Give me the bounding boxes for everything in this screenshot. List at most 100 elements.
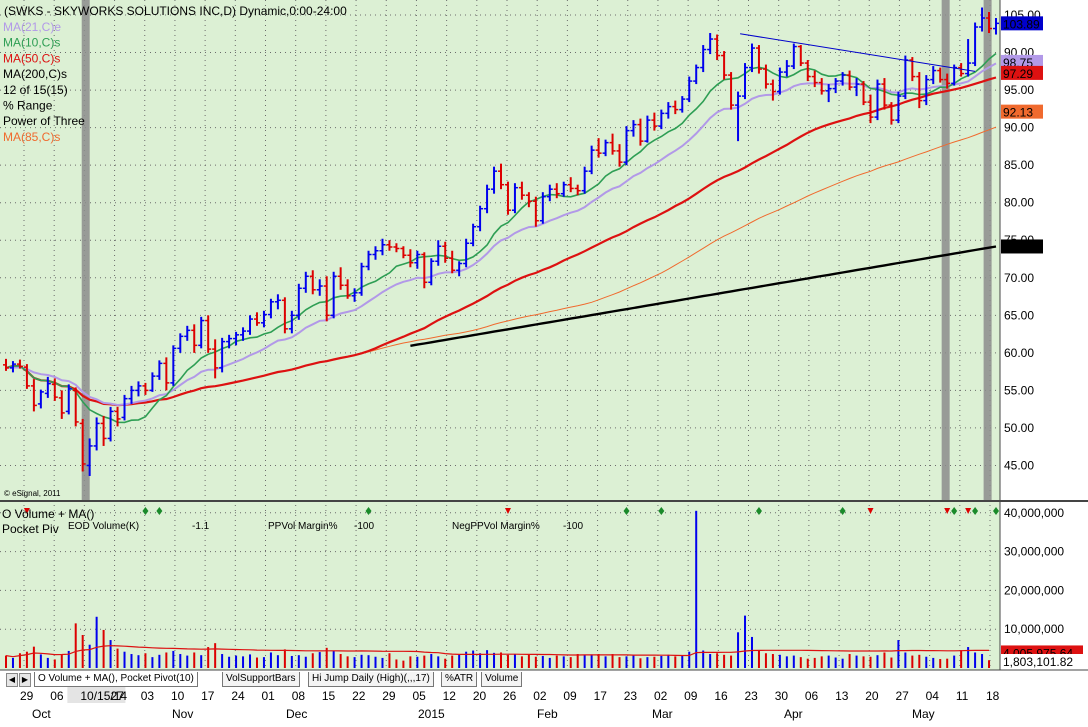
volume-bar	[974, 652, 977, 668]
volume-bar	[214, 643, 217, 668]
volume-bar	[876, 655, 879, 668]
date-day-label: 01	[262, 689, 276, 703]
volume-bar	[437, 656, 440, 668]
eod-volume-value: -1.1	[192, 521, 210, 532]
volume-bar	[60, 654, 63, 668]
chart-title: (SWKS - SKYWORKS SOLUTIONS INC,D) Dynami…	[4, 4, 347, 18]
volume-bar	[827, 655, 830, 668]
volume-bar	[513, 654, 516, 668]
date-day-label: 27	[111, 689, 125, 703]
volume-bar	[925, 656, 928, 668]
volume-bar	[311, 653, 314, 668]
volume-bar	[639, 658, 642, 668]
volume-bar	[744, 615, 747, 668]
tab-prev-button[interactable]: ◀	[6, 673, 18, 687]
volume-bar	[855, 655, 858, 668]
volume-bar	[249, 654, 252, 668]
date-month-label: Oct	[32, 707, 51, 721]
date-day-label: 10	[171, 689, 185, 703]
date-day-label: 13	[835, 689, 849, 703]
date-day-label: 02	[654, 689, 668, 703]
volume-bar	[730, 655, 733, 668]
legend-entry: MA(200,C)s	[3, 67, 67, 81]
volume-bar	[583, 655, 586, 668]
volume-bar	[848, 654, 851, 668]
negppvol-margin-label: NegPPVol Margin%	[452, 521, 540, 532]
negppvol-margin-value: -100	[563, 521, 583, 532]
volume-bar	[820, 656, 823, 668]
volume-bar	[946, 658, 949, 668]
legend-entry: Power of Three	[3, 114, 85, 128]
volume-bar	[409, 656, 412, 668]
date-day-label: 26	[503, 689, 517, 703]
volume-bar	[137, 655, 140, 668]
volume-bar	[228, 656, 231, 668]
date-day-label: 22	[352, 689, 366, 703]
date-month-label: May	[912, 707, 935, 721]
volume-bar	[53, 659, 56, 668]
price-badge-label: 74.17	[1003, 240, 1033, 254]
volume-bar	[346, 656, 349, 668]
volume-badge-label: 1,803,101.82	[1003, 655, 1073, 669]
legend-entry: MA(10,C)s	[3, 36, 60, 50]
volume-bar	[235, 655, 238, 668]
volume-bar	[534, 656, 537, 668]
volume-bar	[520, 656, 523, 668]
tab-next-button[interactable]: ▶	[19, 673, 31, 687]
volume-bar	[151, 657, 154, 668]
price-badge-label: 97.29	[1003, 67, 1033, 81]
volume-bar	[625, 656, 628, 668]
volume-bar	[702, 650, 705, 668]
tab-volume[interactable]: Volume	[481, 672, 523, 687]
volume-bar	[109, 640, 112, 668]
volume-bar	[402, 660, 405, 668]
volume-bar	[381, 657, 384, 668]
volume-bar	[297, 655, 300, 668]
volume-bar	[562, 656, 565, 668]
price-tick-label: 45.00	[1004, 458, 1034, 472]
volume-bar	[890, 657, 893, 668]
volume-bar	[674, 656, 677, 668]
volume-bar	[764, 653, 767, 668]
volume-bar	[339, 654, 342, 668]
volume-bar	[102, 629, 105, 668]
date-day-label: 04	[926, 689, 940, 703]
tab-vol-support-bars[interactable]: VolSupportBars	[222, 672, 300, 687]
date-day-label: 09	[563, 689, 577, 703]
volume-title-line-2: Pocket Piv	[2, 522, 59, 536]
date-day-label: 08	[292, 689, 306, 703]
volume-bar	[737, 632, 740, 668]
price-tick-label: 50.00	[1004, 421, 1034, 435]
volume-bar	[46, 657, 49, 668]
volume-bar	[590, 654, 593, 668]
volume-bar	[960, 650, 963, 668]
volume-bar	[423, 655, 426, 668]
volume-bar	[988, 660, 991, 668]
volume-bar	[723, 654, 726, 668]
volume-bar	[144, 653, 147, 668]
tab-volume-pocket-pivot[interactable]: O Volume + MA(), Pocket Pivot(10)	[34, 672, 198, 687]
volume-bar	[813, 657, 816, 668]
volume-bar	[667, 654, 670, 668]
date-day-label: 17	[201, 689, 215, 703]
volume-bar	[806, 658, 809, 668]
date-day-label: 29	[20, 689, 34, 703]
volume-bar	[318, 652, 321, 668]
price-tick-label: 60.00	[1004, 346, 1034, 360]
volume-tick-label: 30,000,000	[1004, 545, 1064, 559]
price-tick-label: 90.00	[1004, 121, 1034, 135]
tab-hi-jump-daily[interactable]: Hi Jump Daily (High)(,,,17)	[308, 672, 434, 687]
date-month-label: Nov	[172, 707, 193, 721]
volume-bar	[39, 654, 42, 668]
eod-volume-label: EOD Volume(K)	[68, 521, 139, 532]
volume-bar	[304, 656, 307, 668]
volume-bar	[618, 657, 621, 668]
price-tick-label: 65.00	[1004, 308, 1034, 322]
volume-bar	[597, 654, 600, 668]
volume-bar	[771, 654, 774, 668]
volume-bar	[688, 651, 691, 668]
tab-atr[interactable]: %ATR	[441, 672, 478, 687]
date-day-label: 16	[714, 689, 728, 703]
volume-bar	[862, 656, 865, 668]
volume-bar	[207, 647, 210, 668]
